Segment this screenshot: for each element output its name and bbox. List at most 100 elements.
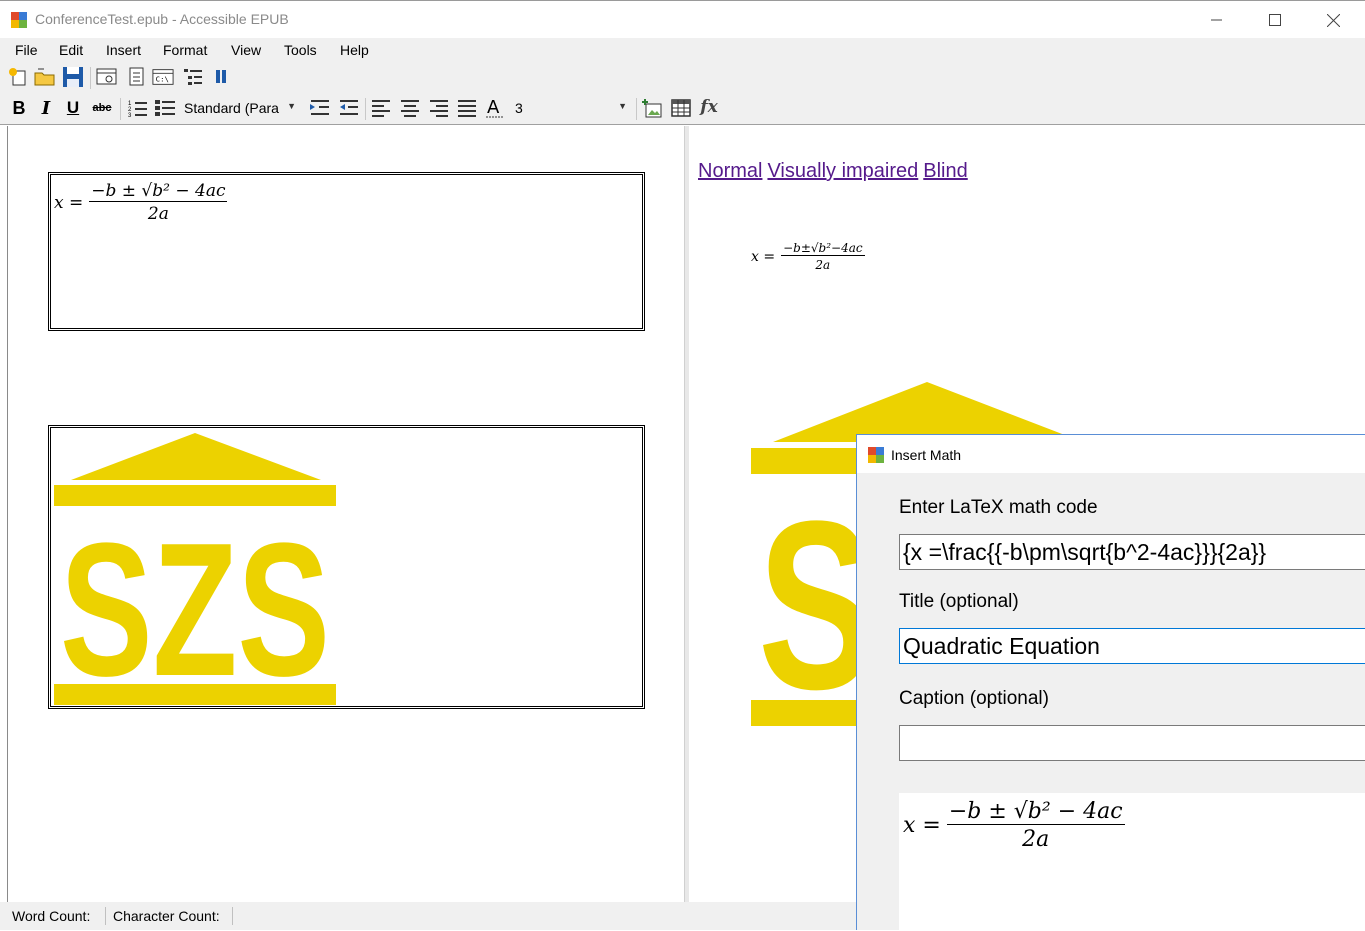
outdent-icon bbox=[340, 100, 358, 115]
open-folder-icon bbox=[34, 68, 55, 86]
new-file-icon bbox=[9, 68, 26, 86]
underline-button[interactable]: U bbox=[62, 97, 84, 119]
insert-math-button[interactable]: fx bbox=[698, 96, 720, 118]
preview-equation-lhs: x = bbox=[751, 248, 776, 265]
math-block[interactable]: x = −b ± √b² − 4ac 2a bbox=[48, 172, 645, 331]
preview-button[interactable] bbox=[96, 66, 118, 88]
character-count: Character Count: bbox=[113, 908, 220, 924]
toolbar-separator bbox=[365, 98, 366, 120]
align-left-button[interactable] bbox=[370, 97, 392, 119]
indent-icon bbox=[310, 100, 329, 115]
font-size-select[interactable]: 3 ▼ bbox=[511, 97, 631, 119]
title-label: Title (optional) bbox=[899, 591, 1019, 612]
dialog-title: Insert Math bbox=[891, 447, 962, 463]
dialog-equation-denominator: 2a bbox=[1022, 827, 1050, 852]
status-separator bbox=[232, 907, 233, 925]
underline-icon: U bbox=[66, 98, 80, 117]
bullet-list-button[interactable] bbox=[154, 97, 176, 119]
dialog-equation-numerator: −b ± √b² − 4ac bbox=[946, 799, 1125, 825]
insert-image-icon bbox=[642, 99, 662, 118]
italic-button[interactable]: I bbox=[35, 97, 57, 119]
print-preview-icon bbox=[96, 68, 117, 85]
italic-icon: I bbox=[41, 97, 51, 119]
strikethrough-button[interactable]: abc bbox=[91, 97, 113, 119]
latex-label: Enter LaTeX math code bbox=[899, 497, 1098, 518]
align-right-icon bbox=[430, 100, 448, 117]
szs-logo: SZS bbox=[54, 433, 336, 706]
caption-input[interactable] bbox=[899, 725, 1365, 761]
menu-bar: File Edit Insert Format View Tools Help bbox=[0, 38, 1365, 63]
equation: x = −b ± √b² − 4ac 2a bbox=[54, 181, 228, 224]
menu-format[interactable]: Format bbox=[163, 42, 207, 58]
dialog-app-icon bbox=[868, 447, 884, 463]
minimize-icon bbox=[1211, 19, 1222, 21]
toolbar-separator bbox=[120, 98, 121, 120]
pause-icon bbox=[216, 70, 226, 83]
paragraph-style-value: Standard (Para bbox=[184, 100, 279, 116]
source-editor[interactable]: x = −b ± √b² − 4ac 2a SZS bbox=[7, 126, 684, 902]
bold-icon: B bbox=[12, 97, 26, 118]
menu-file[interactable]: File bbox=[15, 42, 38, 58]
menu-help[interactable]: Help bbox=[340, 42, 369, 58]
bold-button[interactable]: B bbox=[8, 97, 30, 119]
insert-table-button[interactable] bbox=[670, 97, 692, 119]
outline-button[interactable] bbox=[182, 66, 204, 88]
equation-denominator: 2a bbox=[147, 204, 169, 224]
close-icon bbox=[1326, 13, 1340, 27]
equation-fraction: −b ± √b² − 4ac 2a bbox=[89, 181, 228, 224]
save-button[interactable] bbox=[62, 66, 84, 88]
console-button[interactable]: C:\ bbox=[152, 66, 174, 88]
menu-edit[interactable]: Edit bbox=[59, 42, 83, 58]
preview-equation-denominator: 2a bbox=[815, 258, 831, 272]
align-right-button[interactable] bbox=[428, 97, 450, 119]
format-toolbar: B I U abc 123 Standard (Para ▼ A 3 ▼ fx bbox=[0, 93, 1365, 125]
close-button[interactable] bbox=[1304, 1, 1362, 39]
view-mode-links: Normal Visually impaired Blind bbox=[698, 160, 973, 183]
menu-view[interactable]: View bbox=[231, 42, 261, 58]
font-size-button[interactable]: A bbox=[484, 97, 506, 119]
svg-text:A: A bbox=[487, 97, 500, 118]
document-button[interactable] bbox=[126, 66, 148, 88]
logo-text: SZS bbox=[60, 504, 330, 706]
svg-text:C:\: C:\ bbox=[156, 75, 169, 84]
numbered-list-icon: 123 bbox=[128, 101, 147, 118]
chevron-down-icon: ▼ bbox=[287, 101, 296, 111]
maximize-button[interactable] bbox=[1246, 1, 1304, 39]
bullet-list-icon bbox=[155, 100, 175, 116]
menu-tools[interactable]: Tools bbox=[284, 42, 317, 58]
dialog-equation-lhs: x = bbox=[903, 813, 941, 838]
toolbar-separator bbox=[636, 98, 637, 120]
latex-input[interactable] bbox=[899, 534, 1365, 570]
insert-image-button[interactable] bbox=[641, 97, 663, 119]
link-visually-impaired[interactable]: Visually impaired bbox=[767, 160, 918, 182]
title-bar: ConferenceTest.epub - Accessible EPUB bbox=[0, 0, 1365, 38]
status-separator bbox=[105, 907, 106, 925]
minimize-button[interactable] bbox=[1188, 1, 1246, 39]
tree-list-icon bbox=[184, 69, 202, 85]
caption-label: Caption (optional) bbox=[899, 688, 1049, 709]
preview-equation-fraction: −b±√b²−4ac 2a bbox=[781, 241, 865, 272]
numbered-list-button[interactable]: 123 bbox=[127, 97, 149, 119]
dialog-title-bar: Insert Math bbox=[857, 435, 1365, 473]
align-center-button[interactable] bbox=[399, 97, 421, 119]
logo-image-block[interactable]: SZS bbox=[48, 425, 645, 709]
menu-insert[interactable]: Insert bbox=[106, 42, 141, 58]
justify-button[interactable] bbox=[456, 97, 478, 119]
open-file-button[interactable] bbox=[34, 66, 56, 88]
chevron-down-icon: ▼ bbox=[618, 101, 627, 111]
link-normal[interactable]: Normal bbox=[698, 160, 762, 182]
justify-icon bbox=[458, 100, 476, 117]
insert-math-dialog: Insert Math Enter LaTeX math code Title … bbox=[856, 434, 1365, 931]
new-file-button[interactable] bbox=[7, 66, 29, 88]
paragraph-style-select[interactable]: Standard (Para ▼ bbox=[180, 97, 300, 119]
title-input[interactable] bbox=[899, 628, 1365, 664]
indent-button[interactable] bbox=[309, 97, 331, 119]
outdent-button[interactable] bbox=[338, 97, 360, 119]
save-icon bbox=[63, 67, 83, 87]
align-center-icon bbox=[401, 100, 419, 117]
link-blind[interactable]: Blind bbox=[923, 160, 967, 182]
pause-button[interactable] bbox=[210, 66, 232, 88]
app-icon bbox=[11, 12, 27, 28]
preview-equation-numerator: −b±√b²−4ac bbox=[781, 241, 865, 256]
svg-text:3: 3 bbox=[128, 113, 132, 118]
